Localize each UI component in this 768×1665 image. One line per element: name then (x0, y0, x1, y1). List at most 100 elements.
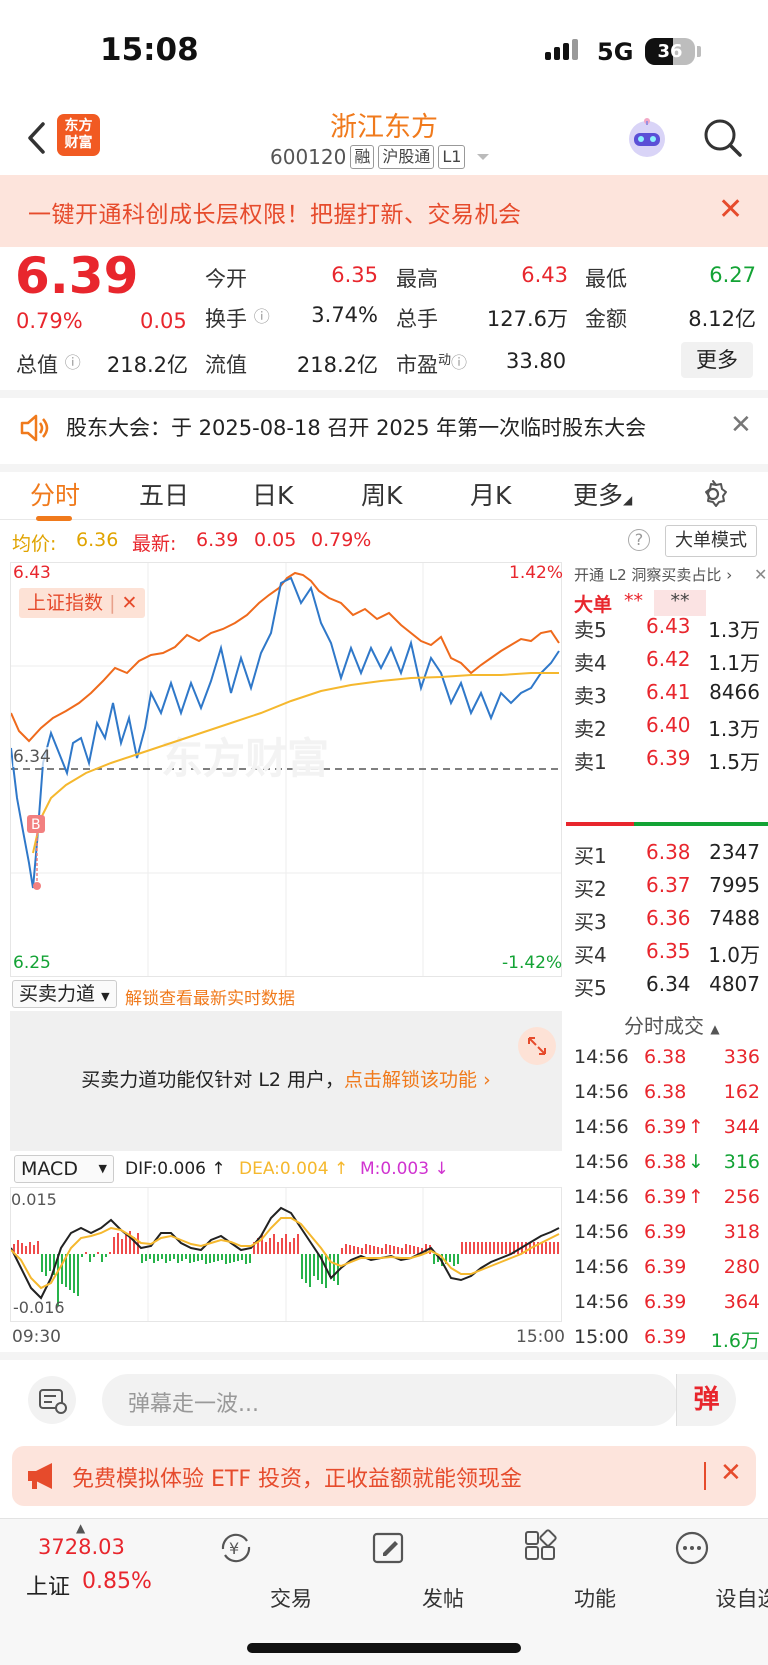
ticks-title[interactable]: 分时成交 ▲ (624, 1010, 720, 1039)
macd-bar (29, 1242, 31, 1254)
tick-time: 14:56 (574, 1291, 629, 1313)
index-ticker[interactable]: ▲ 3728.03 上证 0.85% (14, 1519, 164, 1619)
open-label: 今开 (205, 267, 247, 291)
macd-bar (177, 1254, 179, 1263)
close-icon[interactable]: ✕ (122, 592, 138, 614)
help-icon[interactable]: ? (628, 529, 650, 551)
l2-upgrade-banner[interactable]: 开通 L2 洞察买卖占比 › ✕ (574, 562, 768, 588)
chart-bottom-price: 6.25 (13, 953, 51, 973)
search-icon[interactable] (700, 115, 744, 159)
change-percent: 0.79% (16, 309, 83, 333)
latest-change-pct: 0.79% (311, 529, 372, 551)
macd-bar (77, 1254, 79, 1296)
home-indicator[interactable] (247, 1643, 521, 1653)
unlock-link[interactable]: 解锁查看最新实时数据 (125, 984, 295, 1009)
bid-level-label: 买4 (574, 943, 607, 967)
l2-unlock-link[interactable]: 点击解锁该功能 (344, 1069, 477, 1091)
macd-svg (11, 1188, 560, 1321)
indicator-dropdown[interactable]: 买卖力道 ▼ (12, 980, 117, 1008)
tab-monthly-k[interactable]: 月K (470, 476, 511, 512)
macd-bar (265, 1242, 267, 1254)
close-icon[interactable]: ✕ (720, 1458, 742, 1488)
macd-bar (277, 1242, 279, 1254)
tick-price: 6.38 (644, 1046, 687, 1068)
high-label: 最高 (396, 267, 438, 291)
promo-text: 一键开通科创成长层权限！把握打新、交易机会 (28, 202, 522, 228)
turnover-label[interactable]: 换手 ⓘ (205, 303, 270, 333)
bid-volume: 2347 (709, 840, 760, 864)
bid-level-label: 买3 (574, 910, 607, 934)
macd-bar (105, 1254, 107, 1257)
danmaku-input[interactable]: 弹幕走一波... (102, 1374, 678, 1426)
macd-bar (125, 1235, 127, 1254)
danmaku-send-button[interactable]: 弹 (676, 1374, 736, 1426)
macd-bar (69, 1254, 71, 1290)
intraday-chart[interactable]: 东方财富 B 6.43 1.42% 6.34 6.25 -1.42% 上证指数 … (10, 562, 563, 977)
macd-dif: DIF:0.006 ↑ (125, 1159, 226, 1179)
tag-level: L1 (438, 145, 466, 169)
settings-gear-icon[interactable] (697, 478, 729, 510)
bid-volume: 1.0万 (708, 943, 760, 967)
tick-arrow: ↓ (688, 1151, 704, 1173)
comment-bar: 弹幕走一波... 弹 (0, 1352, 768, 1440)
tick-price: 6.39 (644, 1186, 687, 1208)
bid-level-label: 买1 (574, 844, 607, 868)
tick-row: 14:56 6.39 364 (566, 1291, 768, 1323)
macd-bar (221, 1254, 223, 1260)
big-order-mode-button[interactable]: 大单模式 (665, 525, 757, 557)
assistant-robot-icon[interactable] (624, 115, 670, 161)
index-overlay-tag[interactable]: 上证指数 | ✕ (19, 588, 146, 618)
macd-bar (273, 1234, 275, 1254)
ratio-bar-green (634, 822, 768, 826)
close-icon[interactable]: ✕ (718, 195, 743, 225)
tick-time: 14:56 (574, 1116, 629, 1138)
big-order-value-2: ** (654, 590, 706, 616)
macd-bar (509, 1242, 511, 1254)
ask-volume: 1.3万 (708, 717, 760, 741)
stock-code-line[interactable]: 600120 融 沪股通 L1 (270, 145, 491, 169)
high-value: 6.43 (521, 263, 568, 287)
more-button[interactable]: 更多 (681, 342, 753, 378)
danmaku-settings-icon[interactable] (28, 1376, 76, 1424)
tick-price: 6.38 (644, 1081, 687, 1103)
big-order-label: 大单 (574, 594, 613, 616)
change-amount: 0.05 (140, 309, 187, 333)
bid-price: 6.36 (646, 906, 691, 930)
float-value: 218.2亿 (296, 353, 378, 377)
macd-m: M:0.003 ↓ (360, 1159, 449, 1179)
tick-row: 14:56 6.39 ↑ 256 (566, 1186, 768, 1218)
macd-bar (309, 1254, 311, 1287)
tab-daily-k[interactable]: 日K (252, 476, 293, 512)
buy-sell-power-bar: 买卖力道 ▼ 解锁查看最新实时数据 (10, 977, 562, 1011)
price-summary-row: 均价: 6.36 最新: 6.39 0.05 0.79% ? 大单模式 (0, 521, 768, 561)
macd-bar (489, 1242, 491, 1254)
pe-label[interactable]: 市盈动ⓘ (396, 349, 467, 379)
tab-intraday[interactable]: 分时 (30, 476, 80, 512)
close-icon[interactable]: ✕ (754, 562, 767, 588)
macd-bar (269, 1238, 271, 1254)
macd-bar (41, 1254, 43, 1272)
bid-price: 6.38 (646, 840, 691, 864)
macd-bar (161, 1254, 163, 1259)
expand-icon[interactable] (518, 1027, 556, 1065)
status-time: 15:08 (100, 32, 199, 68)
tab-more[interactable]: 更多◢ (573, 476, 632, 512)
notice-bar[interactable]: 股东大会：于 2025-08-18 召开 2025 年第一次临时股东大会 ✕ (0, 390, 768, 456)
macd-bar (217, 1254, 219, 1261)
macd-bar (241, 1254, 243, 1260)
bid-row: 买2 6.37 7995 (566, 873, 768, 905)
macd-dropdown[interactable]: MACD ▼ (14, 1155, 114, 1183)
tab-five-day[interactable]: 五日 (139, 476, 189, 512)
mcap-label[interactable]: 总值 ⓘ (16, 349, 81, 379)
macd-bar (361, 1248, 363, 1254)
macd-chart[interactable]: 0.015 -0.016 (10, 1187, 562, 1322)
tab-weekly-k[interactable]: 周K (361, 476, 402, 512)
l2-locked-panel[interactable]: 买卖力道功能仅针对 L2 用户，点击解锁该功能 › (10, 1011, 562, 1151)
macd-bar (485, 1242, 487, 1254)
etf-promo-banner[interactable]: 免费模拟体验 ETF 投资，正收益额就能领现金 ✕ (12, 1446, 756, 1506)
macd-bar (313, 1254, 315, 1276)
close-icon[interactable]: ✕ (730, 410, 752, 440)
promo-banner[interactable]: 一键开通科创成长层权限！把握打新、交易机会 ✕ (0, 175, 768, 247)
order-book: 开通 L2 洞察买卖占比 › ✕ 大单 ** ** 卖5 6.43 1.3万 卖4 6.… (566, 562, 768, 1352)
macd-bar (385, 1244, 387, 1254)
